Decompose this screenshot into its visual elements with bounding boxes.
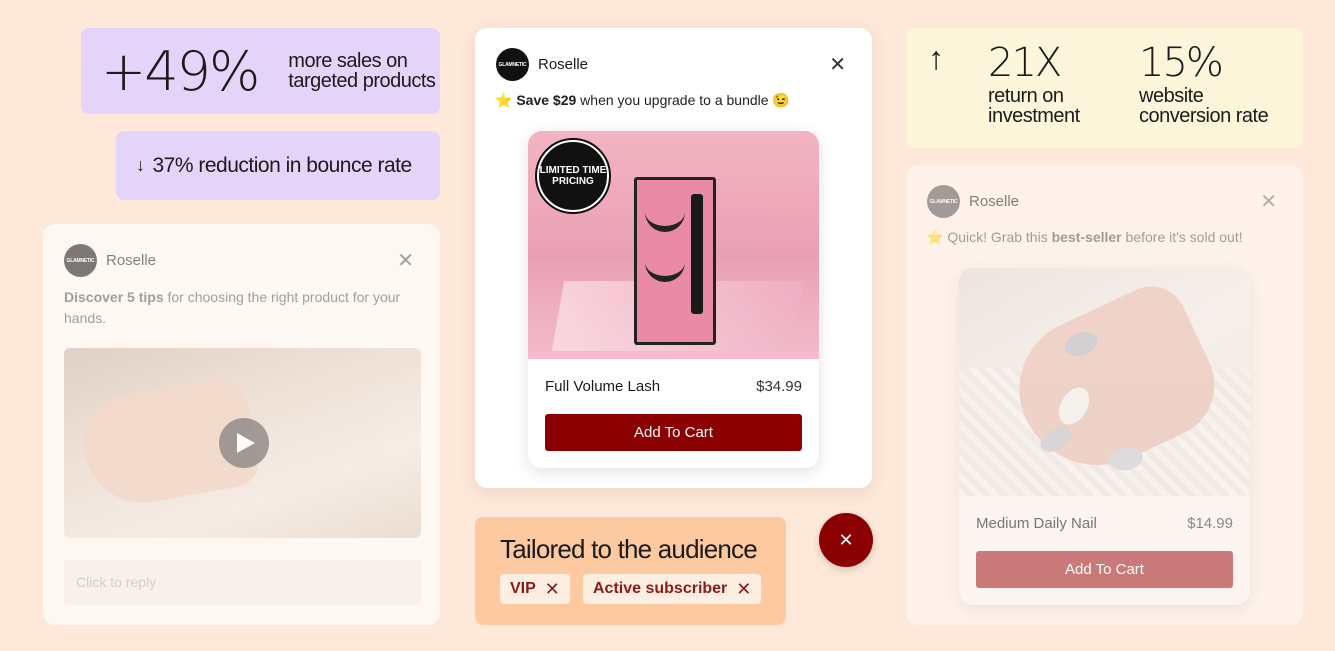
- popup-message-suffix: before it's sold out!: [1121, 229, 1243, 245]
- conversion-stat-label-line2: conversion rate: [1139, 105, 1269, 127]
- sales-stat-label-line1: more sales on: [288, 50, 408, 72]
- close-icon[interactable]: ✕: [397, 248, 414, 273]
- brand-name: Roselle: [969, 193, 1020, 210]
- conversion-stat-label-line1: website: [1139, 85, 1204, 107]
- bestseller-popup-card: GLAMNETIC Roselle ✕ ⭐ Quick! Grab this b…: [906, 165, 1303, 625]
- roi-stat-label-line1: return on: [988, 85, 1064, 107]
- tips-popup-card: GLAMNETIC Roselle ✕ Discover 5 tips for …: [43, 224, 440, 625]
- chip-label: VIP: [510, 580, 536, 597]
- popup-header: GLAMNETIC Roselle: [927, 185, 1019, 218]
- product-image: [959, 268, 1250, 496]
- popup-message: ⭐ Save $29 when you upgrade to a bundle …: [495, 90, 790, 111]
- brand-name: Roselle: [106, 252, 157, 269]
- remove-chip-icon[interactable]: ✕: [736, 579, 751, 600]
- sales-stat-label: more sales on targeted products: [288, 50, 436, 92]
- popup-message-prefix: Quick! Grab this: [943, 229, 1052, 245]
- product-image: LIMITED TIME PRICING: [528, 131, 819, 359]
- close-icon[interactable]: ✕: [1260, 189, 1277, 214]
- bounce-stat-text: 37% reduction in bounce rate: [152, 153, 413, 177]
- audience-targeting-card: Tailored to the audience VIP ✕ Active su…: [475, 517, 786, 625]
- chip-label: Active subscriber: [593, 580, 728, 597]
- product-name: Medium Daily Nail: [976, 515, 1097, 532]
- video-thumbnail[interactable]: [64, 348, 421, 538]
- star-icon: ⭐: [495, 92, 513, 108]
- add-to-cart-button[interactable]: Add To Cart: [545, 414, 802, 451]
- conversion-stat: 15% website conversion rate: [1139, 40, 1269, 127]
- popup-message-bold: Save $29: [516, 92, 577, 108]
- popup-header: GLAMNETIC Roselle: [64, 244, 156, 277]
- reply-input[interactable]: Click to reply: [64, 560, 421, 605]
- conversion-stat-value: 15%: [1139, 40, 1224, 86]
- brand-logo: GLAMNETIC: [927, 185, 960, 218]
- brand-name: Roselle: [538, 56, 589, 73]
- close-fab-button[interactable]: ✕: [819, 513, 873, 567]
- bundle-popup-card: GLAMNETIC Roselle ✕ ⭐ Save $29 when you …: [475, 28, 872, 488]
- brand-logo: GLAMNETIC: [496, 48, 529, 81]
- lash-box-image: [634, 177, 716, 345]
- play-icon[interactable]: [219, 418, 269, 468]
- product-price: $14.99: [1187, 515, 1233, 532]
- product-card: LIMITED TIME PRICING Full Volume Lash $3…: [528, 131, 819, 468]
- popup-message: ⭐ Quick! Grab this best-seller before it…: [926, 227, 1243, 248]
- close-icon[interactable]: ✕: [829, 52, 846, 77]
- star-icon: ⭐: [926, 229, 944, 245]
- roi-stat: 21X return on investment: [988, 40, 1080, 126]
- add-to-cart-button[interactable]: Add To Cart: [976, 551, 1233, 588]
- popup-message: Discover 5 tips for choosing the right p…: [64, 287, 409, 329]
- sales-stat-card: +49% more sales on targeted products: [81, 28, 440, 114]
- roi-stat-value: 21X: [988, 40, 1062, 86]
- popup-message-bold: best-seller: [1051, 229, 1122, 245]
- product-price: $34.99: [756, 378, 802, 395]
- popup-message-text: when you upgrade to a bundle 😉: [576, 92, 790, 108]
- arrow-down-icon: ↓: [136, 155, 145, 175]
- close-icon: ✕: [838, 529, 854, 550]
- audience-title: Tailored to the audience: [500, 534, 758, 564]
- remove-chip-icon[interactable]: ✕: [545, 579, 560, 600]
- popup-message-bold: Discover 5 tips: [64, 289, 164, 305]
- roi-stat-card: ↑ 21X return on investment 15% website c…: [906, 28, 1303, 148]
- sales-stat-value: +49%: [101, 39, 260, 103]
- audience-chip-active-subscriber[interactable]: Active subscriber ✕: [583, 574, 762, 604]
- popup-header: GLAMNETIC Roselle: [496, 48, 588, 81]
- product-name: Full Volume Lash: [545, 378, 661, 395]
- roi-stat-label-line2: investment: [988, 105, 1080, 127]
- audience-chip-vip[interactable]: VIP ✕: [500, 574, 570, 604]
- brand-logo: GLAMNETIC: [64, 244, 97, 277]
- product-card: Medium Daily Nail $14.99 Add To Cart: [959, 268, 1250, 605]
- limited-time-badge: LIMITED TIME PRICING: [535, 138, 611, 214]
- sales-stat-label-line2: targeted products: [288, 70, 436, 92]
- arrow-up-icon: ↑: [928, 40, 944, 76]
- bounce-stat-card: ↓ 37% reduction in bounce rate: [116, 131, 440, 200]
